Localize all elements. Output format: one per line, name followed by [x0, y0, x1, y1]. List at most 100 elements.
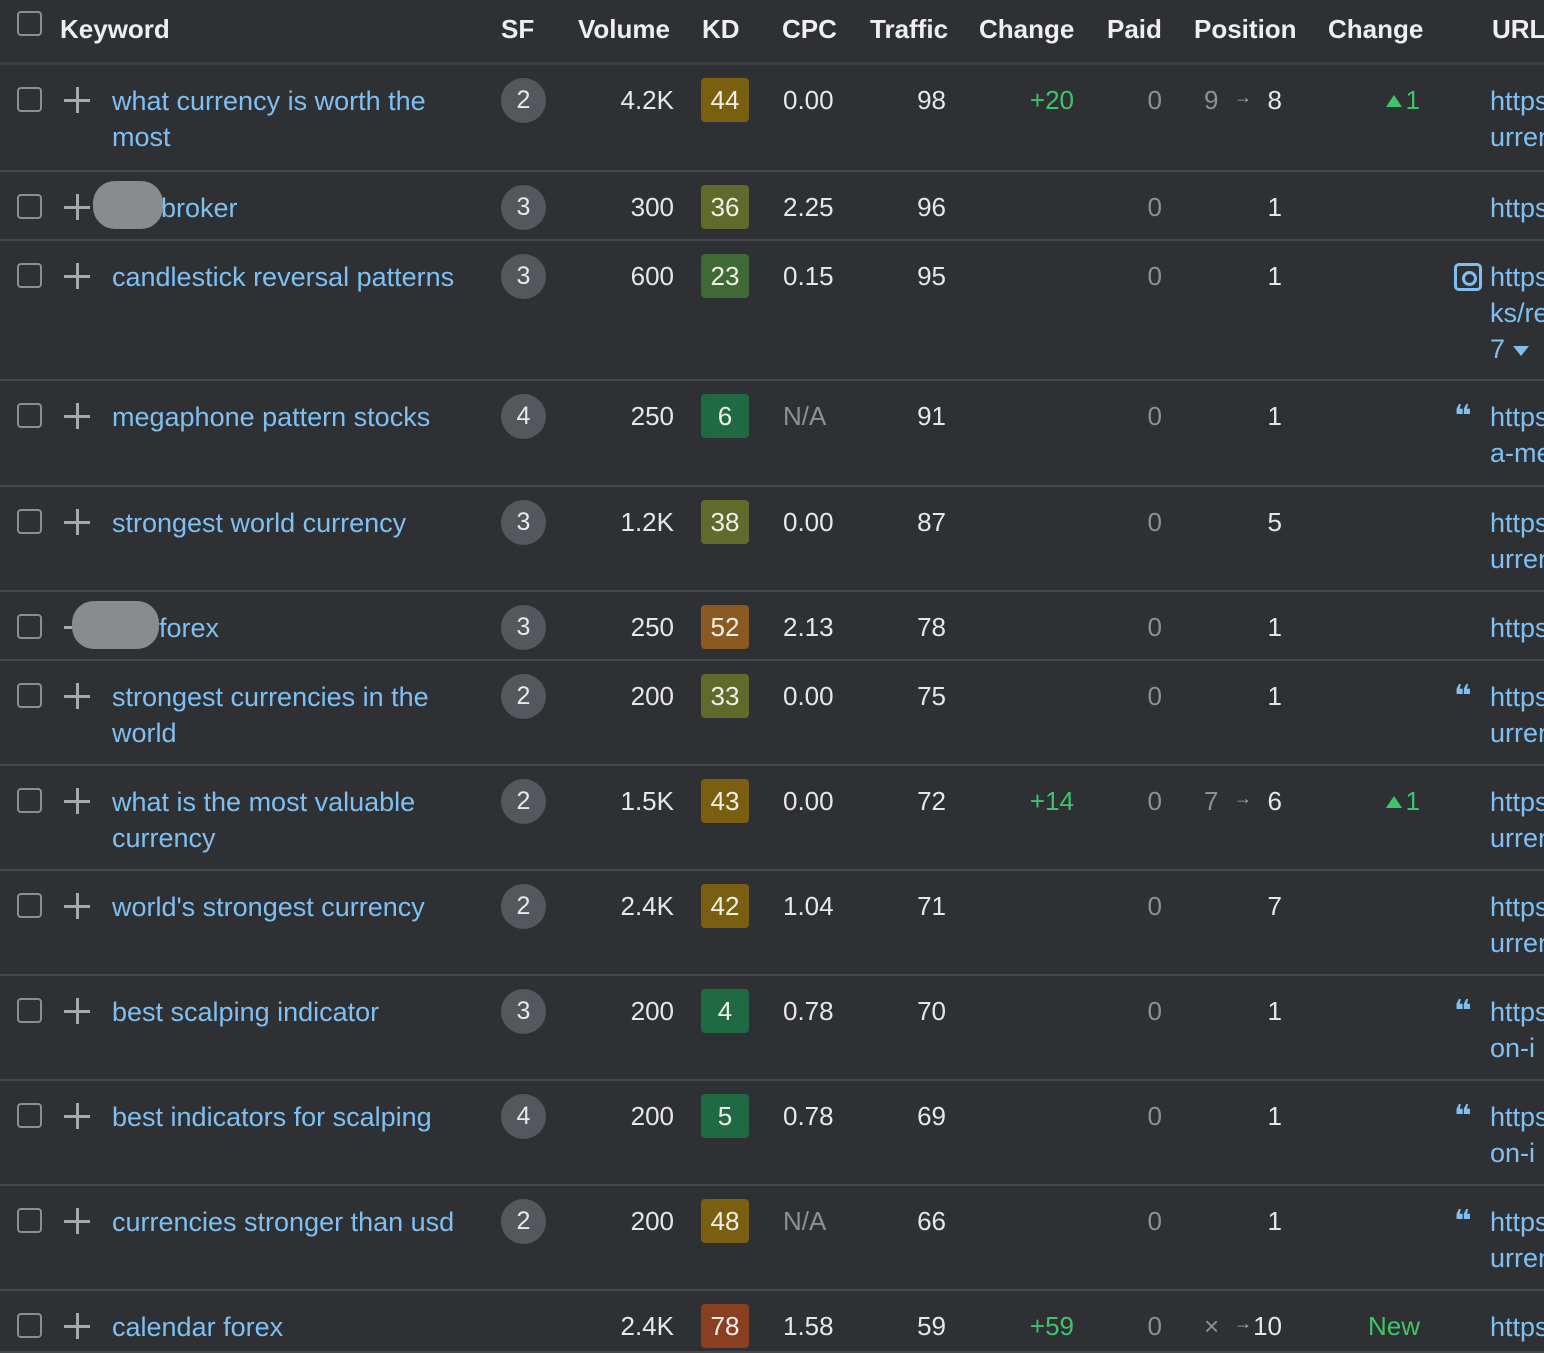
add-keyword-icon[interactable]	[64, 893, 90, 919]
table-row[interactable]: strongest world currency 3 1.2K 38 0.00 87 0 5 h…	[0, 487, 1544, 592]
url-text[interactable]: https	[1490, 1312, 1544, 1342]
url-text[interactable]: https urren	[1490, 508, 1544, 574]
keyword-link[interactable]: calendar forex	[112, 1309, 482, 1345]
serp-features-badge[interactable]: 2	[501, 674, 546, 719]
chevron-down-icon[interactable]	[1513, 345, 1530, 356]
col-kd[interactable]: KD	[702, 14, 740, 45]
url-link[interactable]: https urren	[1490, 505, 1544, 577]
keyword-link[interactable]: best indicators for scalping	[112, 1099, 482, 1135]
url-text[interactable]: https urren	[1490, 86, 1544, 152]
row-checkbox[interactable]	[17, 1208, 42, 1233]
table-row[interactable]: best scalping indicator 3 200 4 0.78 70 0 1 ❝ htt…	[0, 976, 1544, 1081]
add-keyword-icon[interactable]	[64, 683, 90, 709]
url-link[interactable]: https urren	[1490, 889, 1544, 961]
url-link[interactable]: https	[1490, 190, 1544, 226]
keyword-link[interactable]: forex	[159, 610, 529, 646]
row-checkbox[interactable]	[17, 87, 42, 112]
select-all-checkbox[interactable]	[17, 11, 42, 36]
row-checkbox[interactable]	[17, 998, 42, 1023]
serp-features-badge[interactable]: 3	[501, 254, 546, 299]
serp-features-badge[interactable]: 3	[501, 185, 546, 230]
row-checkbox[interactable]	[17, 788, 42, 813]
url-link[interactable]: https urren	[1490, 679, 1544, 751]
table-row[interactable]: megaphone pattern stocks 4 250 6 N/A 91 0 1 ❝ htt…	[0, 381, 1544, 487]
table-row[interactable]: broker 3 300 36 2.25 96 0 1 https	[0, 172, 1544, 241]
keyword-link[interactable]: best scalping indicator	[112, 994, 482, 1030]
add-keyword-icon[interactable]	[64, 87, 90, 113]
add-keyword-icon[interactable]	[64, 194, 90, 220]
url-text[interactable]: https urren	[1490, 787, 1544, 853]
add-keyword-icon[interactable]	[64, 998, 90, 1024]
col-keyword[interactable]: Keyword	[60, 14, 170, 45]
add-keyword-icon[interactable]	[64, 1208, 90, 1234]
keyword-link[interactable]: candlestick reversal patterns	[112, 259, 482, 295]
url-link[interactable]: https urren	[1490, 1204, 1544, 1276]
keyword-link[interactable]: strongest world currency	[112, 505, 482, 541]
col-change[interactable]: Change	[979, 14, 1074, 45]
serp-features-badge[interactable]: 3	[501, 605, 546, 650]
row-checkbox[interactable]	[17, 403, 42, 428]
serp-features-badge[interactable]: 2	[501, 779, 546, 824]
url-link[interactable]: https on-i	[1490, 994, 1544, 1066]
url-text[interactable]: https a-me	[1490, 402, 1544, 468]
row-checkbox[interactable]	[17, 263, 42, 288]
table-row[interactable]: forex 3 250 52 2.13 78 0 1 https	[0, 592, 1544, 661]
url-link[interactable]: https	[1490, 610, 1544, 646]
serp-features-badge[interactable]: 3	[501, 500, 546, 545]
url-text[interactable]: https	[1490, 193, 1544, 223]
col-sf[interactable]: SF	[501, 14, 534, 45]
add-keyword-icon[interactable]	[64, 1103, 90, 1129]
row-checkbox[interactable]	[17, 683, 42, 708]
url-link[interactable]: https urren	[1490, 83, 1544, 155]
col-traffic[interactable]: Traffic	[870, 14, 948, 45]
url-link[interactable]: https a-me	[1490, 399, 1544, 471]
col-position[interactable]: Position	[1194, 14, 1297, 45]
url-text[interactable]: https on-i	[1490, 1102, 1544, 1168]
keyword-link[interactable]: megaphone pattern stocks	[112, 399, 482, 435]
serp-features-badge[interactable]: 2	[501, 78, 546, 123]
serp-features-badge[interactable]: 3	[501, 989, 546, 1034]
url-text[interactable]: https urren	[1490, 1207, 1544, 1273]
serp-features-badge[interactable]: 2	[501, 1199, 546, 1244]
table-row[interactable]: world's strongest currency 2 2.4K 42 1.04 71 0…	[0, 871, 1544, 976]
add-keyword-icon[interactable]	[64, 263, 90, 289]
url-link[interactable]: https	[1490, 1309, 1544, 1345]
serp-features-badge[interactable]: 2	[501, 884, 546, 929]
col-paid[interactable]: Paid	[1107, 14, 1162, 45]
url-text[interactable]: https urren	[1490, 892, 1544, 958]
table-row[interactable]: what currency is worth the most 2 4.2K 44 0.…	[0, 65, 1544, 172]
url-text[interactable]: https on-i	[1490, 997, 1544, 1063]
add-keyword-icon[interactable]	[64, 403, 90, 429]
col-url[interactable]: URL	[1492, 14, 1544, 45]
table-row[interactable]: candlestick reversal patterns 3 600 23 0.15 9…	[0, 241, 1544, 381]
table-row[interactable]: calendar forex 2.4K 78 1.58 59 +59 0 × → 10 New htt…	[0, 1291, 1544, 1353]
keyword-link[interactable]: strongest currencies in the world	[112, 679, 482, 751]
row-checkbox[interactable]	[17, 194, 42, 219]
table-row[interactable]: best indicators for scalping 4 200 5 0.78 69 0…	[0, 1081, 1544, 1186]
url-link[interactable]: https ks/re 7	[1490, 259, 1544, 367]
row-checkbox[interactable]	[17, 1103, 42, 1128]
col-volume[interactable]: Volume	[578, 14, 670, 45]
url-text[interactable]: https	[1490, 613, 1544, 643]
row-checkbox[interactable]	[17, 893, 42, 918]
table-row[interactable]: strongest currencies in the world 2 200 33 0…	[0, 661, 1544, 766]
serp-features-badge[interactable]: 4	[501, 394, 546, 439]
url-link[interactable]: https urren	[1490, 784, 1544, 856]
row-checkbox[interactable]	[17, 1313, 42, 1338]
table-row[interactable]: what is the most valuable currency 2 1.5K 4…	[0, 766, 1544, 871]
add-keyword-icon[interactable]	[64, 509, 90, 535]
keyword-link[interactable]: what is the most valuable currency	[112, 784, 482, 856]
row-checkbox[interactable]	[17, 509, 42, 534]
add-keyword-icon[interactable]	[64, 788, 90, 814]
add-keyword-icon[interactable]	[64, 1313, 90, 1339]
url-link[interactable]: https on-i	[1490, 1099, 1544, 1171]
keyword-link[interactable]: world's strongest currency	[112, 889, 482, 925]
row-checkbox[interactable]	[17, 614, 42, 639]
col-position-change[interactable]: Change	[1328, 14, 1423, 45]
table-row[interactable]: currencies stronger than usd 2 200 48 N/A 66 0…	[0, 1186, 1544, 1291]
url-text[interactable]: https urren	[1490, 682, 1544, 748]
col-cpc[interactable]: CPC	[782, 14, 837, 45]
keyword-link[interactable]: broker	[161, 190, 531, 226]
serp-features-badge[interactable]: 4	[501, 1094, 546, 1139]
keyword-link[interactable]: currencies stronger than usd	[112, 1204, 482, 1240]
